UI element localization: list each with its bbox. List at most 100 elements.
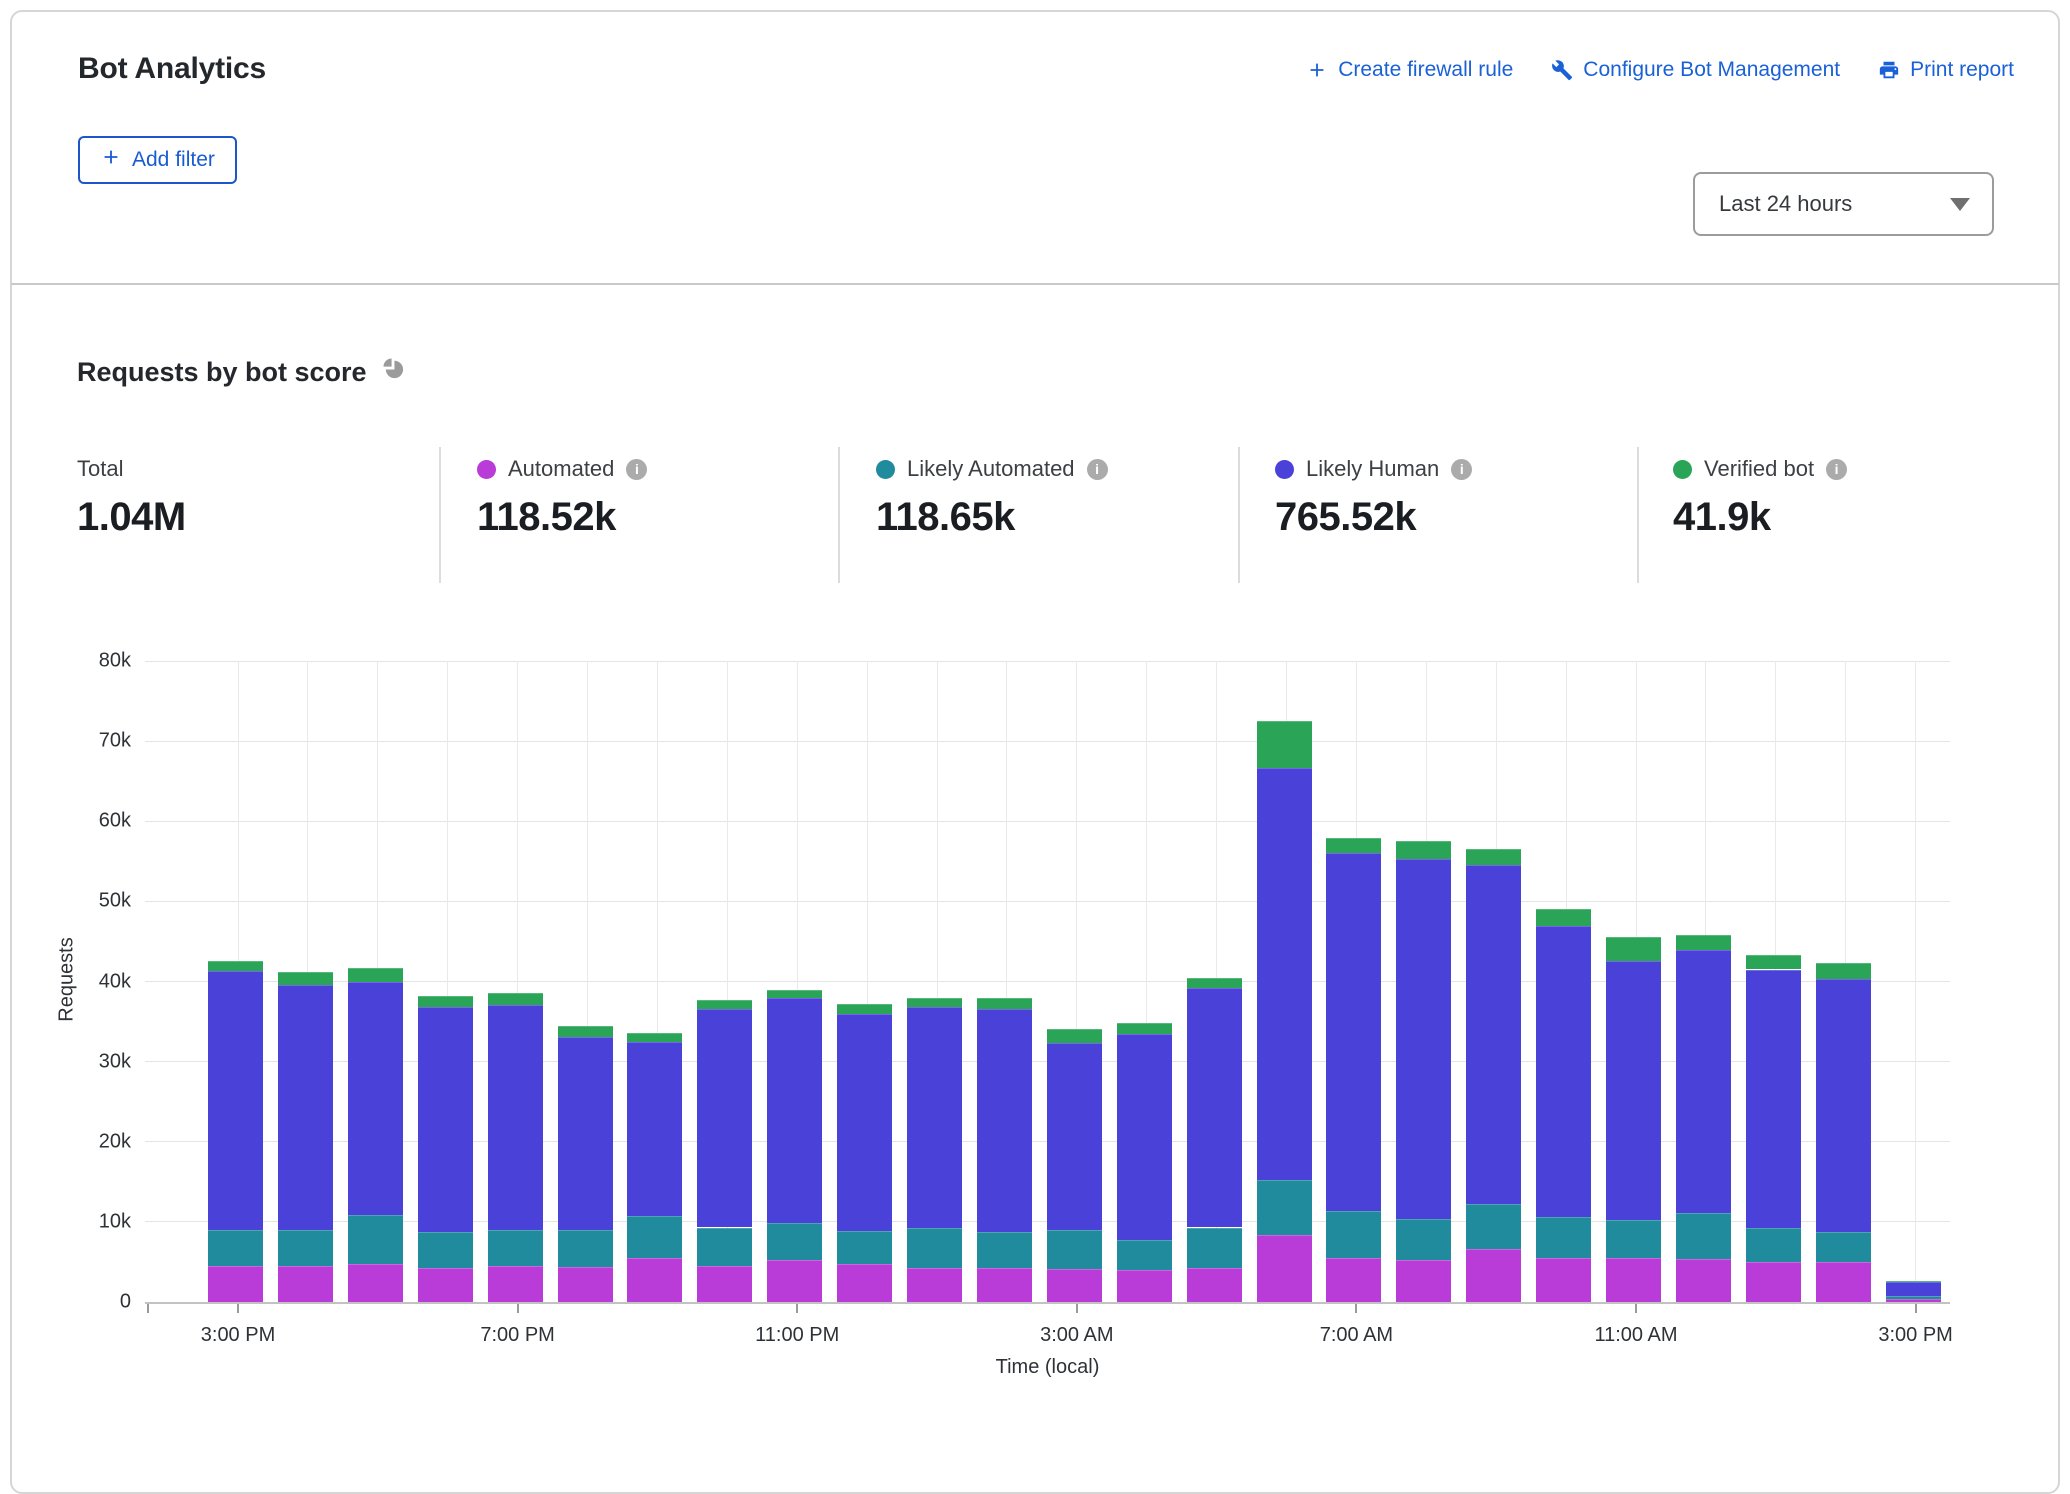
time-range-select[interactable]: Last 24 hours	[1693, 172, 1994, 236]
header-actions: Create firewall rule Configure Bot Manag…	[1306, 58, 2014, 82]
bar-segment	[1536, 909, 1591, 926]
bar-segment	[418, 1232, 473, 1269]
y-tick-label: 30k	[99, 1050, 131, 1073]
bar-segment	[1257, 721, 1312, 768]
stat-total-value: 1.04M	[77, 495, 186, 540]
info-icon[interactable]: i	[1826, 459, 1847, 480]
bar-segment	[1117, 1023, 1172, 1033]
bar-segment	[627, 1033, 682, 1042]
y-axis-title: Requests	[56, 909, 79, 1049]
pie-chart-icon	[381, 356, 406, 388]
grid-line-v	[1915, 661, 1916, 1302]
bar-segment	[1536, 1217, 1591, 1258]
x-tick-label: 3:00 PM	[201, 1324, 275, 1347]
configure-bot-management-label: Configure Bot Management	[1583, 58, 1840, 82]
bar-segment	[1047, 1230, 1102, 1269]
x-axis-tick	[237, 1304, 239, 1313]
bar-segment	[697, 1228, 752, 1266]
section-title: Requests by bot score	[77, 356, 406, 388]
bar-segment	[208, 971, 263, 1230]
bar-segment	[1676, 935, 1731, 950]
y-tick-label: 80k	[99, 650, 131, 673]
create-firewall-rule-label: Create firewall rule	[1338, 58, 1513, 82]
legend-dot-likely-human	[1275, 460, 1294, 479]
bar-segment	[1117, 1240, 1172, 1270]
bar-segment	[767, 1223, 822, 1261]
stat-verified-bot-label: Verified bot	[1704, 456, 1814, 482]
x-tick-label: 11:00 AM	[1594, 1324, 1677, 1347]
add-filter-button[interactable]: Add filter	[78, 136, 237, 184]
bar-segment	[418, 996, 473, 1008]
create-firewall-rule-link[interactable]: Create firewall rule	[1306, 58, 1513, 82]
header-divider	[11, 283, 2059, 285]
bar-segment	[278, 985, 333, 1230]
bar-segment	[1606, 1258, 1661, 1302]
print-report-label: Print report	[1910, 58, 2014, 82]
bar-segment	[977, 1268, 1032, 1302]
bar-segment	[1326, 853, 1381, 1211]
bar-segment	[1466, 1249, 1521, 1302]
bar-segment	[1886, 1296, 1941, 1298]
bar-segment	[488, 1230, 543, 1266]
legend-dot-verified-bot	[1673, 460, 1692, 479]
bar-segment	[1396, 1260, 1451, 1302]
print-report-link[interactable]: Print report	[1878, 58, 2014, 82]
bar-segment	[627, 1258, 682, 1302]
bar-segment	[767, 990, 822, 999]
section-title-text: Requests by bot score	[77, 357, 367, 388]
stat-likely-human-label: Likely Human	[1306, 456, 1439, 482]
add-filter-label: Add filter	[132, 148, 215, 172]
bar-segment	[1746, 970, 1801, 1229]
bar-segment	[837, 1014, 892, 1231]
x-axis-tick	[517, 1304, 519, 1313]
stat-divider	[838, 447, 840, 583]
bar-segment	[1606, 937, 1661, 961]
bar-segment	[1466, 865, 1521, 1205]
stat-likely-automated-value: 118.65k	[876, 495, 1108, 540]
bar-segment	[1746, 955, 1801, 969]
info-icon[interactable]: i	[626, 459, 647, 480]
bar-segment	[1326, 1211, 1381, 1258]
bar-segment	[278, 1266, 333, 1302]
bar-segment	[977, 1232, 1032, 1268]
stat-total: Total 1.04M	[77, 455, 186, 540]
grid-line-h	[145, 661, 1950, 662]
info-icon[interactable]: i	[1451, 459, 1472, 480]
bar-segment	[1396, 859, 1451, 1219]
bar-segment	[1187, 1228, 1242, 1269]
bar-segment	[1257, 1180, 1312, 1235]
bar-segment	[1326, 838, 1381, 852]
y-tick-label: 0	[120, 1291, 131, 1314]
y-tick-label: 70k	[99, 730, 131, 753]
x-axis-tick	[1915, 1304, 1917, 1313]
bar-segment	[1676, 1259, 1731, 1302]
bar-segment	[907, 1268, 962, 1302]
bar-segment	[767, 1260, 822, 1302]
stat-divider	[1637, 447, 1639, 583]
bar-segment	[767, 998, 822, 1222]
plus-icon	[100, 146, 122, 174]
bar-segment	[697, 1266, 752, 1302]
configure-bot-management-link[interactable]: Configure Bot Management	[1551, 58, 1840, 82]
bar-segment	[1466, 1204, 1521, 1249]
bar-segment	[697, 1009, 752, 1228]
bar-segment	[1816, 1232, 1871, 1263]
plus-icon	[1306, 59, 1328, 81]
legend-dot-automated	[477, 460, 496, 479]
bar-segment	[348, 982, 403, 1216]
stat-divider	[1238, 447, 1240, 583]
printer-icon	[1878, 59, 1900, 81]
bar-segment	[348, 968, 403, 982]
bar-segment	[488, 1266, 543, 1302]
info-icon[interactable]: i	[1087, 459, 1108, 480]
bar-segment	[558, 1026, 613, 1036]
bar-segment	[837, 1264, 892, 1302]
bar-segment	[1187, 1268, 1242, 1302]
stat-likely-human: Likely Human i 765.52k	[1275, 455, 1472, 540]
bar-segment	[1187, 978, 1242, 988]
bar-segment	[1396, 841, 1451, 859]
bar-segment	[627, 1216, 682, 1258]
page-title: Bot Analytics	[78, 52, 266, 86]
bar-segment	[558, 1267, 613, 1302]
bar-segment	[1396, 1219, 1451, 1261]
